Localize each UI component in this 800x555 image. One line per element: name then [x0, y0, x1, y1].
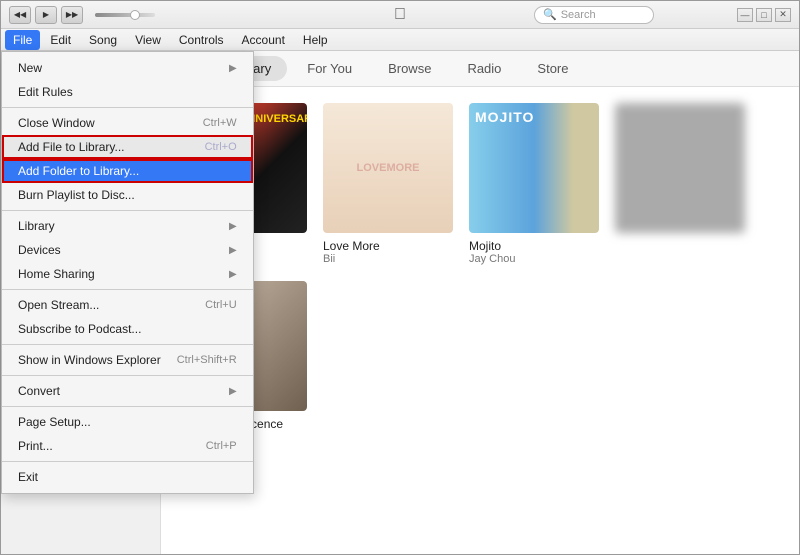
back-button[interactable]: ◀◀ — [9, 6, 31, 24]
arrow-icon-library: ▶ — [229, 221, 237, 232]
arrow-icon-new: ▶ — [229, 63, 237, 74]
menu-item-devices[interactable]: Devices ▶ — [2, 238, 253, 262]
search-placeholder: Search — [561, 9, 596, 21]
menu-bar: FileEditSongViewControlsAccountHelp — [1, 29, 799, 51]
menu-label-new: New — [18, 61, 42, 75]
menu-separator — [2, 344, 253, 345]
menu-item-print[interactable]: Print... Ctrl+P — [2, 434, 253, 458]
menu-item-new[interactable]: New ▶ — [2, 56, 253, 80]
album-grid: BOND30ANNIVERSARYth AnniversaryLOVEMOREL… — [177, 103, 783, 443]
itunes-window: ◀◀ ▶ ▶▶  🔍 Search — □ ✕ FileEditSongV — [0, 0, 800, 555]
forward-button[interactable]: ▶▶ — [61, 6, 83, 24]
menu-item-page-setup[interactable]: Page Setup... — [2, 410, 253, 434]
shortcut-show-windows-explorer: Ctrl+Shift+R — [177, 354, 237, 366]
menu-item-add-folder[interactable]: Add Folder to Library... — [2, 159, 253, 183]
menu-item-show-windows-explorer[interactable]: Show in Windows Explorer Ctrl+Shift+R — [2, 348, 253, 372]
arrow-icon-convert: ▶ — [229, 386, 237, 397]
menu-separator — [2, 210, 253, 211]
album-art-lovemore: LOVEMORE — [323, 103, 453, 233]
menu-item-convert[interactable]: Convert ▶ — [2, 379, 253, 403]
menu-item-subscribe-podcast[interactable]: Subscribe to Podcast... — [2, 317, 253, 341]
menu-label-burn-playlist: Burn Playlist to Disc... — [18, 188, 135, 202]
menu-item-view[interactable]: View — [127, 30, 169, 50]
menu-item-help[interactable]: Help — [295, 30, 336, 50]
menu-item-file[interactable]: File — [5, 30, 40, 50]
album-art-mojito: MOJITO — [469, 103, 599, 233]
menu-label-page-setup: Page Setup... — [18, 415, 91, 429]
menu-label-exit: Exit — [18, 470, 38, 484]
menu-separator — [2, 107, 253, 108]
album-card-mojito[interactable]: MOJITO MojitoJay Chou — [469, 103, 599, 265]
window-controls: 🔍 Search — □ ✕ — [534, 6, 791, 24]
menu-label-show-windows-explorer: Show in Windows Explorer — [18, 353, 161, 367]
play-button[interactable]: ▶ — [35, 6, 57, 24]
shortcut-add-file: Ctrl+O — [205, 141, 237, 153]
maximize-button[interactable]: □ — [756, 8, 772, 22]
album-title-lovemore: Love More — [323, 239, 453, 253]
album-card-unknown[interactable] — [615, 103, 745, 265]
apple-logo:  — [394, 6, 406, 24]
arrow-icon-home-sharing: ▶ — [229, 269, 237, 280]
shortcut-print: Ctrl+P — [206, 440, 237, 452]
menu-item-add-file[interactable]: Add File to Library... Ctrl+O — [2, 135, 253, 159]
menu-item-edit-rules[interactable]: Edit Rules — [2, 80, 253, 104]
menu-separator — [2, 375, 253, 376]
menu-label-open-stream: Open Stream... — [18, 298, 99, 312]
menu-label-close-window: Close Window — [18, 116, 95, 130]
menu-label-home-sharing: Home Sharing — [18, 267, 95, 281]
dropdown-menu: New ▶ Edit Rules Close Window Ctrl+W Add File… — [1, 51, 254, 494]
menu-item-controls[interactable]: Controls — [171, 30, 232, 50]
menu-item-library[interactable]: Library ▶ — [2, 214, 253, 238]
minimize-button[interactable]: — — [737, 8, 753, 22]
menu-label-library: Library — [18, 219, 55, 233]
file-menu-dropdown: New ▶ Edit Rules Close Window Ctrl+W Add File… — [1, 51, 254, 494]
menu-label-subscribe-podcast: Subscribe to Podcast... — [18, 322, 141, 336]
album-art-unknown — [615, 103, 745, 233]
menu-label-print: Print... — [18, 439, 53, 453]
transport-controls: ◀◀ ▶ ▶▶ — [9, 6, 155, 24]
menu-separator — [2, 406, 253, 407]
tab-store[interactable]: Store — [521, 56, 584, 81]
menu-item-close-window[interactable]: Close Window Ctrl+W — [2, 111, 253, 135]
album-artist-mojito: Jay Chou — [469, 253, 599, 265]
title-bar: ◀◀ ▶ ▶▶  🔍 Search — □ ✕ — [1, 1, 799, 29]
menu-item-burn-playlist[interactable]: Burn Playlist to Disc... — [2, 183, 253, 207]
shortcut-open-stream: Ctrl+U — [205, 299, 236, 311]
tab-browse[interactable]: Browse — [372, 56, 447, 81]
search-box[interactable]: 🔍 Search — [534, 6, 654, 24]
menu-item-exit[interactable]: Exit — [2, 465, 253, 489]
menu-label-add-folder: Add Folder to Library... — [18, 164, 139, 178]
album-card-lovemore[interactable]: LOVEMORE Love MoreBii — [323, 103, 453, 265]
menu-label-edit-rules: Edit Rules — [18, 85, 73, 99]
content-area: BOND30ANNIVERSARYth AnniversaryLOVEMOREL… — [161, 87, 799, 554]
shortcut-close-window: Ctrl+W — [203, 117, 237, 129]
menu-label-convert: Convert — [18, 384, 60, 398]
menu-item-open-stream[interactable]: Open Stream... Ctrl+U — [2, 293, 253, 317]
menu-item-edit[interactable]: Edit — [42, 30, 79, 50]
menu-item-account[interactable]: Account — [234, 30, 293, 50]
menu-label-add-file: Add File to Library... — [18, 140, 125, 154]
tab-radio[interactable]: Radio — [451, 56, 517, 81]
menu-separator — [2, 461, 253, 462]
close-button[interactable]: ✕ — [775, 8, 791, 22]
album-title-mojito: Mojito — [469, 239, 599, 253]
menu-label-devices: Devices — [18, 243, 61, 257]
menu-item-home-sharing[interactable]: Home Sharing ▶ — [2, 262, 253, 286]
tab-for-you[interactable]: For You — [291, 56, 368, 81]
menu-item-song[interactable]: Song — [81, 30, 125, 50]
arrow-icon-devices: ▶ — [229, 245, 237, 256]
album-artist-lovemore: Bii — [323, 253, 453, 265]
menu-separator — [2, 289, 253, 290]
volume-slider[interactable] — [95, 13, 155, 17]
